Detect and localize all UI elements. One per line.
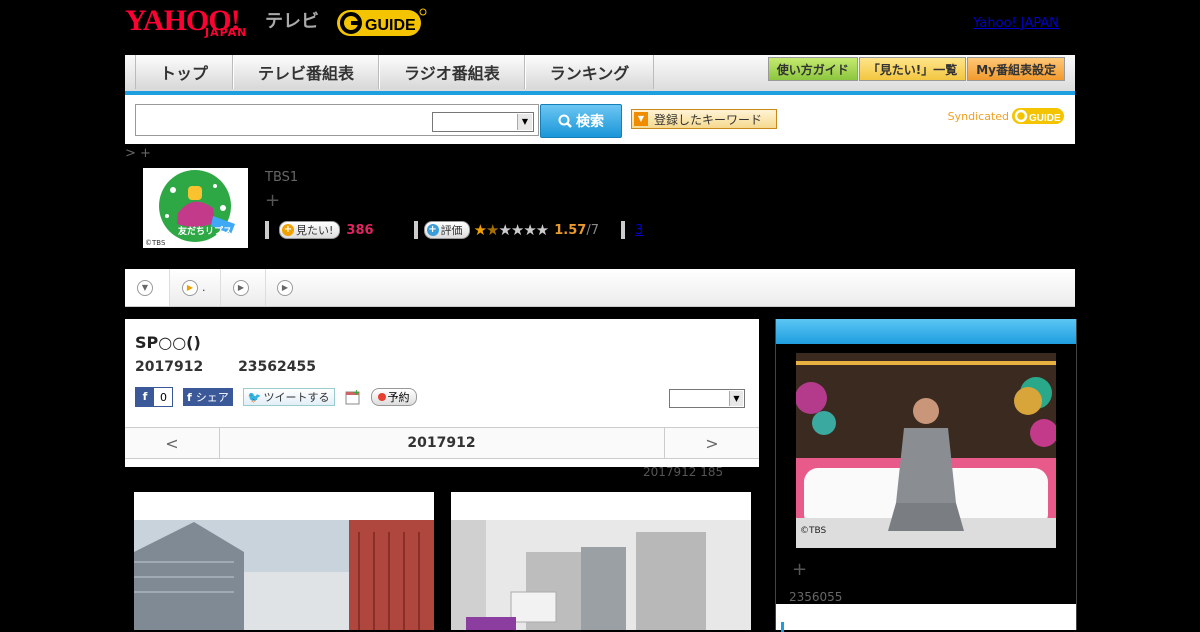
thumbnail-caption: 友だちリプス — [178, 225, 232, 237]
breadcrumb[interactable]: > + — [125, 146, 151, 161]
search-icon — [558, 114, 572, 128]
registered-keywords-button[interactable]: ▼ 登録したキーワード — [631, 109, 777, 129]
social-buttons: f 0 f シェア 🐦 ツイートする + 予約 — [135, 387, 417, 407]
triangle-down-icon: ▼ — [634, 112, 648, 126]
accent-bar — [781, 622, 784, 632]
rating-value: 1.57 — [554, 222, 587, 238]
watchlist-button[interactable]: 「見たい!」一覧 — [858, 57, 967, 81]
rate-label: 評価 — [440, 224, 463, 237]
svg-text:GUIDE: GUIDE — [365, 17, 416, 34]
plus-icon: + — [426, 224, 439, 236]
play-icon: ▶ — [233, 279, 249, 296]
program-title: SP○○() — [135, 333, 201, 352]
subtab-3[interactable]: ▶ — [221, 269, 266, 306]
chevron-down-icon: ▼ — [137, 279, 153, 296]
divider — [265, 221, 269, 239]
record-dot-icon — [377, 393, 386, 401]
tv-logo-text[interactable]: テレビ — [265, 7, 319, 33]
right-panel-footer — [776, 604, 1076, 632]
date-navigation: < 2017912 > — [125, 427, 759, 459]
plus-icon: + — [282, 224, 294, 236]
tweet-label: ツイートする — [263, 391, 330, 404]
subtab-4[interactable]: ▶ — [265, 269, 297, 306]
date-note: 2017912 185 — [643, 465, 724, 479]
right-plus: + — [792, 559, 808, 580]
reserve-button[interactable]: 予約 — [370, 388, 417, 406]
calendar-add-icon[interactable]: + — [345, 389, 361, 405]
nav-tab-ranking[interactable]: ランキング — [524, 55, 655, 89]
date-label: 2017912 — [407, 435, 476, 451]
date-prev-button[interactable]: < — [125, 428, 220, 458]
divider — [413, 221, 418, 239]
rate-button[interactable]: + 評価 — [423, 221, 470, 239]
facebook-like-count: 0 — [160, 390, 167, 404]
search-button[interactable]: 検索 — [540, 104, 622, 138]
nav-tabs: トップ テレビ番組表 ラジオ番組表 ランキング — [135, 55, 655, 91]
host-photo[interactable]: ©TBS — [796, 353, 1056, 548]
gguide-small-logo: GUIDE — [1012, 108, 1064, 124]
program-detail-panel: SP○○() 2017912 23562455 f 0 f シェア 🐦 ツイート… — [125, 319, 759, 467]
svg-text:+: + — [353, 389, 360, 397]
syndicated-gguide-badge: Syndicated GUIDE — [948, 105, 1067, 127]
program-actions-row: + 見たい! 386 + 評価 ★★★★★★ 1.57 /7 3 — [265, 220, 643, 240]
divider — [621, 221, 625, 239]
photo-city-buildings[interactable] — [134, 492, 434, 630]
tweet-button[interactable]: 🐦 ツイートする — [242, 388, 335, 406]
subtab-2[interactable]: ▶ . — [170, 269, 221, 306]
program-select[interactable]: ▼ — [669, 389, 745, 408]
chevron-down-icon: ▼ — [517, 114, 532, 130]
want-to-watch-label: 見たい! — [296, 224, 334, 237]
reserve-label: 予約 — [387, 391, 410, 404]
gguide-logo[interactable]: GUIDE — [335, 6, 427, 40]
yahoo-japan-link[interactable]: Yahoo! JAPAN — [973, 16, 1059, 31]
facebook-share-button[interactable]: f シェア — [183, 388, 233, 406]
usage-guide-button[interactable]: 使い方ガイド — [767, 57, 858, 81]
registered-keywords-label: 登録したキーワード — [654, 112, 763, 127]
global-nav: トップ テレビ番組表 ラジオ番組表 ランキング 使い方ガイド 「見たい!」一覧 … — [125, 55, 1075, 95]
want-to-watch-button[interactable]: + 見たい! — [279, 221, 341, 239]
facebook-icon: f — [187, 390, 192, 404]
photo-building-entrance[interactable] — [451, 492, 751, 630]
program-plus: + — [265, 190, 281, 211]
subtab-2-label: . — [202, 281, 206, 294]
date-next-button[interactable]: > — [664, 428, 759, 458]
facebook-share-label: シェア — [195, 391, 229, 404]
nav-tab-tv-schedule[interactable]: テレビ番組表 — [233, 55, 380, 89]
yahoo-japan-logo-text: JAPAN — [205, 26, 248, 39]
right-number: 2356055 — [789, 590, 843, 604]
nav-buttons: 使い方ガイド 「見たい!」一覧 My番組表設定 — [767, 57, 1065, 81]
program-subtabs: ▼ ▶ . ▶ ▶ — [125, 269, 1075, 307]
syndicated-text: Syndicated — [947, 109, 1009, 123]
facebook-icon: f — [136, 388, 154, 406]
rating-denominator: /7 — [586, 222, 599, 238]
nav-tab-top[interactable]: トップ — [135, 55, 234, 89]
program-meta: 2017912 23562455 — [135, 359, 316, 375]
search-category-select[interactable]: ▼ — [432, 112, 534, 132]
search-button-label: 検索 — [576, 114, 604, 130]
program-thumbnail: 友だちリプス ©TBS — [143, 168, 248, 248]
chevron-down-icon: ▼ — [729, 391, 743, 406]
svg-text:GUIDE: GUIDE — [1029, 113, 1061, 124]
nav-tab-radio-schedule[interactable]: ラジオ番組表 — [379, 55, 525, 89]
my-schedule-settings-button[interactable]: My番組表設定 — [967, 57, 1065, 81]
rating-stars: ★★★★★★ — [473, 221, 550, 239]
twitter-bird-icon: 🐦 — [247, 390, 262, 404]
right-panel-header — [776, 319, 1076, 344]
channel-name: TBS1 — [265, 170, 299, 185]
play-icon: ▶ — [182, 279, 198, 296]
want-to-watch-count: 386 — [346, 222, 374, 238]
right-panel: ©TBS + 2356055 — [775, 319, 1077, 632]
facebook-like-button[interactable]: f 0 — [135, 387, 173, 407]
host-photo-credit: ©TBS — [800, 526, 827, 536]
search-bar: ▼ 検索 ▼ 登録したキーワード Syndicated GUIDE — [125, 95, 1075, 144]
subtab-1[interactable]: ▼ — [125, 269, 170, 306]
thumbnail-credit: ©TBS — [145, 239, 166, 247]
review-count-link[interactable]: 3 — [635, 223, 643, 238]
play-icon: ▶ — [277, 279, 293, 296]
